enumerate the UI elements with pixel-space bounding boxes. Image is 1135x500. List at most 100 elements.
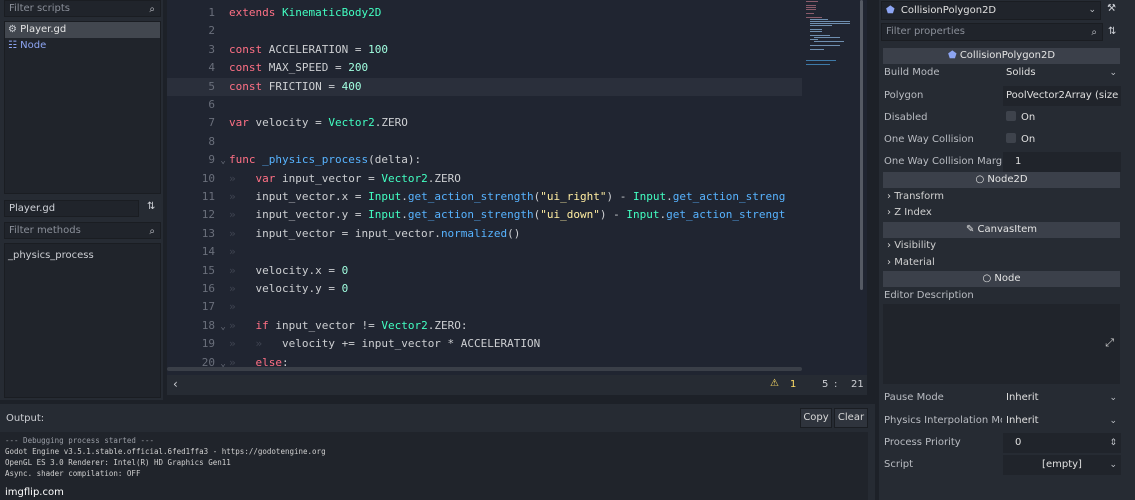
node-selector[interactable]: ⬟ CollisionPolygon2D ⌄ <box>881 1 1101 20</box>
copy-button[interactable]: Copy <box>800 408 832 428</box>
group-material[interactable]: › Material <box>887 257 935 268</box>
gear-script-icon: ⚙ <box>8 24 17 35</box>
code-line[interactable]: 6 <box>167 96 802 114</box>
minimap[interactable] <box>804 0 862 80</box>
output-log: --- Debugging process started --- Godot … <box>0 432 868 500</box>
line-number: 6 <box>208 98 215 111</box>
node-icon: ☷ <box>8 40 17 51</box>
code-text: » velocity.y = 0 <box>229 282 349 295</box>
physics-interp-select[interactable]: Inherit ⌄ <box>1003 411 1121 431</box>
code-line[interactable]: 8 <box>167 133 802 151</box>
code-text: const FRICTION = 400 <box>229 79 362 93</box>
code-line[interactable]: 5 const FRICTION = 400 <box>167 77 802 96</box>
editor-description-textarea[interactable]: ⤢ <box>883 304 1120 384</box>
cursor-separator: : <box>834 379 838 390</box>
prop-pause-mode[interactable]: Pause Mode Inherit ⌄ <box>883 388 1123 408</box>
code-line[interactable]: 4 const MAX_SPEED = 200 <box>167 59 802 77</box>
process-priority-spinbox[interactable]: 0 ⇕ <box>1003 433 1121 453</box>
node-circle-icon: ○ <box>975 174 985 185</box>
filter-scripts-input[interactable]: Filter scripts ⌕ <box>4 0 161 17</box>
code-line[interactable]: 7 var velocity = Vector2.ZERO <box>167 114 802 132</box>
code-line[interactable]: 12 » input_vector.y = Input.get_action_st… <box>167 206 802 224</box>
prop-one-way-collision[interactable]: One Way Collision On <box>883 130 1123 150</box>
code-text: » <box>229 245 236 259</box>
script-item-player[interactable]: ⚙ Player.gd <box>5 22 160 38</box>
pause-mode-select[interactable]: Inherit ⌄ <box>1003 388 1121 408</box>
fold-arrow-icon[interactable]: ⌄ <box>215 318 229 336</box>
object-properties-icon[interactable]: ⚒ <box>1107 3 1116 14</box>
prop-polygon[interactable]: Polygon PoolVector2Array (size <box>883 86 1123 106</box>
clear-button[interactable]: Clear <box>834 408 868 428</box>
method-item[interactable]: _physics_process <box>5 244 160 261</box>
code-line[interactable]: 14 » <box>167 243 802 261</box>
updown-icon[interactable]: ⇕ <box>1109 433 1117 453</box>
group-label: Visibility <box>894 240 937 251</box>
chevron-right-icon: › <box>887 207 891 218</box>
node-circle-icon: ○ <box>982 273 992 284</box>
prop-label: Script <box>884 459 914 470</box>
prop-label: Process Priority <box>884 437 961 448</box>
code-text: func _physics_process(delta): <box>229 153 422 167</box>
output-panel: Output: Copy Clear --- Debugging process… <box>0 404 875 500</box>
code-line[interactable]: 17 » <box>167 298 802 316</box>
code-line[interactable]: 11 » input_vector.x = Input.get_action_st… <box>167 188 802 206</box>
prop-script[interactable]: Script [empty] ⌄ <box>883 455 1123 475</box>
expand-icon[interactable]: ⤢ <box>1105 336 1114 350</box>
prop-value: Inherit <box>1006 415 1039 426</box>
editor-horizontal-scrollbar[interactable] <box>167 367 802 371</box>
prop-build-mode[interactable]: Build Mode Solids ⌄ <box>883 63 1123 83</box>
code-line[interactable]: 9 ⌄ func _physics_process(delta): <box>167 151 802 169</box>
prop-value: 0 <box>1015 437 1022 448</box>
prop-one-way-margin[interactable]: One Way Collision Margi 1 <box>883 152 1123 172</box>
prop-physics-interpolation[interactable]: Physics Interpolation Mo Inherit ⌄ <box>883 411 1123 431</box>
script-resource-picker[interactable]: [empty] ⌄ <box>1003 455 1121 475</box>
code-line[interactable]: 2 <box>167 22 802 40</box>
prop-label: One Way Collision Margi <box>884 156 1002 167</box>
group-label: Z Index <box>894 207 932 218</box>
code-text: const MAX_SPEED = 200 <box>229 61 369 75</box>
fold-arrow-icon[interactable]: ⌄ <box>215 152 229 170</box>
line-number: 7 <box>208 116 215 130</box>
filter-properties-placeholder: Filter properties <box>886 26 965 37</box>
code-line[interactable]: 3 const ACCELERATION = 100 <box>167 41 802 59</box>
cursor-column: 21 <box>851 379 864 390</box>
group-transform[interactable]: › Transform <box>887 191 944 202</box>
prop-process-priority[interactable]: Process Priority 0 ⇕ <box>883 433 1123 453</box>
filter-methods-input[interactable]: Filter methods ⌕ <box>4 222 161 239</box>
editor-vertical-scrollbar[interactable] <box>860 0 863 290</box>
chevron-down-icon: ⌄ <box>1109 393 1117 403</box>
warning-icon[interactable]: ⚠ <box>770 378 779 389</box>
method-list: _physics_process <box>4 243 161 398</box>
section-label: CanvasItem <box>977 224 1038 235</box>
code-line[interactable]: 13 » input_vector = input_vector.normaliz… <box>167 225 802 243</box>
filter-scripts-placeholder: Filter scripts <box>9 3 71 14</box>
code-line[interactable]: 16 » velocity.y = 0 <box>167 280 802 298</box>
code-line[interactable]: 19 » » velocity += input_vector * ACCELER… <box>167 335 802 353</box>
code-line[interactable]: 15 » velocity.x = 0 <box>167 262 802 280</box>
back-arrow-icon[interactable]: ‹ <box>173 377 178 391</box>
chevron-right-icon: › <box>887 240 891 251</box>
prop-disabled[interactable]: Disabled On <box>883 108 1123 128</box>
polygon-value[interactable]: PoolVector2Array (size <box>1003 86 1121 106</box>
code-editor[interactable]: 1 extends KinematicBody2D 2 3 const ACCELERA… <box>167 0 867 375</box>
filter-properties-input[interactable]: Filter properties ⌕ <box>881 23 1103 41</box>
line-number: 11 <box>201 190 215 203</box>
margin-slider[interactable]: 1 <box>1003 152 1121 172</box>
one-way-checkbox[interactable]: On <box>1003 130 1121 150</box>
chevron-down-icon: ⌄ <box>1109 460 1117 470</box>
sort-icon[interactable]: ⇅ <box>1108 26 1116 37</box>
code-line[interactable]: 10 » var input_vector = Vector2.ZERO <box>167 170 802 188</box>
code-line[interactable]: 1 extends KinematicBody2D <box>167 4 802 22</box>
group-visibility[interactable]: › Visibility <box>887 240 936 251</box>
disabled-checkbox[interactable]: On <box>1003 108 1121 128</box>
code-text: var velocity = Vector2.ZERO <box>229 116 408 130</box>
code-line[interactable]: 18 ⌄» if input_vector != Vector2.ZERO: <box>167 317 802 335</box>
section-label: Node <box>994 273 1021 284</box>
warning-count[interactable]: 1 <box>790 379 796 390</box>
chevron-down-icon: ⌄ <box>1109 68 1117 78</box>
build-mode-select[interactable]: Solids ⌄ <box>1003 63 1121 83</box>
group-z-index[interactable]: › Z Index <box>887 207 932 218</box>
script-item-node[interactable]: ☷ Node <box>5 38 160 54</box>
log-line: Async. shader compilation: OFF <box>5 469 141 478</box>
sort-icon[interactable]: ⇅ <box>147 201 155 212</box>
